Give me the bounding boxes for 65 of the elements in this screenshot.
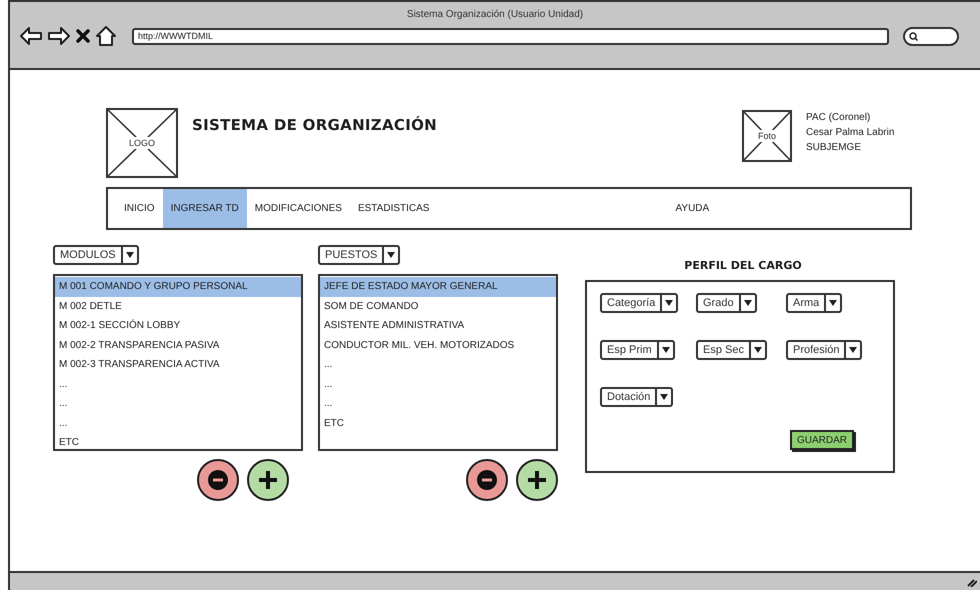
resize-grip-icon[interactable]: [967, 576, 977, 586]
nav-tab[interactable]: AYUDA: [667, 189, 718, 228]
list-item[interactable]: CONDUCTOR MIL. VEH. MOTORIZADOS: [320, 336, 556, 355]
minus-icon: [477, 470, 497, 490]
list-item[interactable]: M 001 COMANDO Y GRUPO PERSONAL: [55, 277, 301, 296]
user-info-text: SUBJEMGE: [806, 142, 862, 153]
search-field[interactable]: [903, 26, 959, 46]
list-item[interactable]: ...: [55, 374, 301, 394]
dropdown[interactable]: Categoría: [600, 293, 678, 313]
caret-icon: [662, 347, 670, 353]
user-info-text: Cesar Palma Labrin: [806, 127, 896, 138]
close-icon[interactable]: [76, 29, 90, 43]
remove-button[interactable]: [466, 459, 508, 501]
add-button[interactable]: [516, 459, 558, 501]
address-field[interactable]: http://WWWTDMIL: [132, 28, 889, 44]
caret-icon: [829, 300, 838, 306]
dropdown[interactable]: Grado: [696, 293, 757, 313]
caret-icon: [387, 252, 396, 258]
add-button[interactable]: [247, 459, 289, 501]
list-item[interactable]: M 002-3 TRANSPARENCIA ACTIVA: [55, 355, 301, 374]
list-item[interactable]: M 002-1 SECCIÓN LOBBY: [55, 316, 301, 336]
list-item[interactable]: ...: [55, 414, 301, 433]
list-item[interactable]: ...: [55, 394, 301, 414]
search-icon: [909, 32, 918, 40]
minus-icon: [208, 470, 228, 490]
caret-icon: [744, 300, 752, 306]
nav-tab[interactable]: ESTADISTICAS: [350, 189, 438, 228]
logo-label: LOGO: [128, 137, 156, 149]
list-item[interactable]: ETC: [55, 433, 301, 452]
app-title: SISTEMA DE ORGANIZACIÓN: [192, 116, 437, 136]
nav-tab[interactable]: MODIFICACIONES: [246, 189, 350, 228]
list-item[interactable]: ETC: [320, 414, 556, 433]
save-button[interactable]: GUARDAR: [790, 430, 854, 450]
dropdown[interactable]: Profesión: [786, 340, 862, 360]
caret-icon: [754, 347, 762, 353]
photo-label: Foto: [757, 130, 777, 142]
dropdown[interactable]: PUESTOS: [318, 245, 400, 265]
section-title: PERFIL DEL CARGO: [683, 259, 803, 272]
caret-icon: [660, 394, 668, 400]
list-item[interactable]: JEFE DE ESTADO MAYOR GENERAL: [320, 277, 556, 296]
plus-icon: [527, 470, 547, 490]
dropdown[interactable]: MODULOS: [53, 245, 139, 265]
dropdown[interactable]: Dotación: [600, 387, 674, 407]
list-item[interactable]: SOM DE COMANDO: [320, 296, 556, 316]
list-item[interactable]: ...: [320, 355, 556, 374]
window-title: Sistema Organización (Usuario Unidad): [406, 8, 584, 20]
remove-button[interactable]: [197, 459, 239, 501]
dropdown[interactable]: Arma: [786, 293, 842, 313]
nav-tab[interactable]: INGRESAR TD: [162, 189, 247, 228]
list-item[interactable]: ...: [320, 374, 556, 394]
dropdown[interactable]: Esp Sec: [696, 340, 767, 360]
list-item[interactable]: ASISTENTE ADMINISTRATIVA: [320, 316, 556, 336]
caret-icon: [665, 300, 674, 306]
user-info-text: PAC (Coronel): [806, 112, 872, 123]
list-item[interactable]: M 002-2 TRANSPARENCIA PASIVA: [55, 336, 301, 355]
forward-arrow-icon[interactable]: [48, 27, 70, 45]
plus-icon: [258, 470, 278, 490]
list-item[interactable]: M 002 DETLE: [55, 296, 301, 316]
caret-icon: [849, 347, 858, 353]
home-icon[interactable]: [96, 26, 116, 46]
back-arrow-icon[interactable]: [20, 27, 42, 45]
caret-icon: [126, 252, 134, 258]
list-item[interactable]: ...: [320, 394, 556, 414]
dropdown[interactable]: Esp Prim: [600, 340, 675, 360]
nav-tab[interactable]: INICIO: [116, 189, 163, 228]
